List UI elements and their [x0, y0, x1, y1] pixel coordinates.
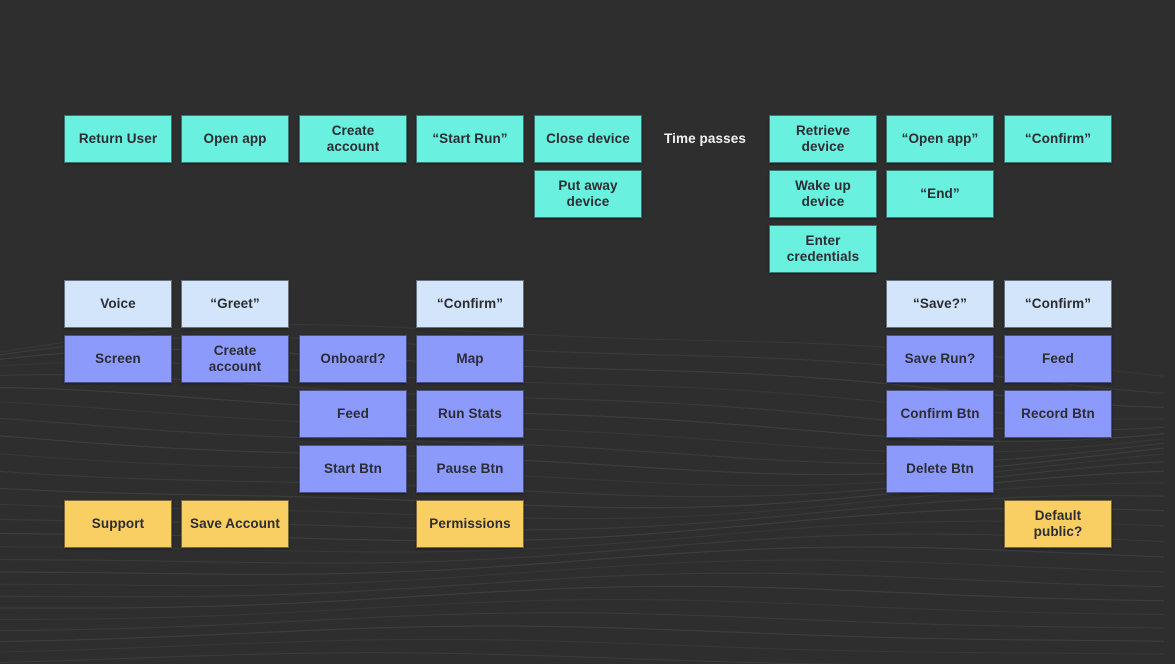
story-card-open-app[interactable]: “Open app”: [886, 115, 994, 163]
story-card-pause-btn[interactable]: Pause Btn: [416, 445, 524, 493]
card-label: Screen: [95, 351, 141, 367]
card-label: “Greet”: [210, 296, 260, 312]
story-card-map[interactable]: Map: [416, 335, 524, 383]
card-label: Open app: [203, 131, 267, 147]
story-card-confirm-btn[interactable]: Confirm Btn: [886, 390, 994, 438]
story-card-support[interactable]: Support: [64, 500, 172, 548]
card-label: Retrieve device: [795, 123, 851, 154]
story-card-default-public[interactable]: Default public?: [1004, 500, 1112, 548]
story-card-save-account[interactable]: Save Account: [181, 500, 289, 548]
card-label: Create account: [208, 343, 262, 374]
story-card-feed[interactable]: Feed: [299, 390, 407, 438]
story-card-wake-up-device[interactable]: Wake up device: [769, 170, 877, 218]
card-label: “End”: [920, 186, 960, 202]
story-card-run-stats[interactable]: Run Stats: [416, 390, 524, 438]
card-label: Permissions: [429, 516, 511, 532]
card-label: “Confirm”: [1024, 131, 1092, 147]
card-label: Record Btn: [1021, 406, 1095, 422]
story-card-create-account[interactable]: Create account: [299, 115, 407, 163]
card-label: Put away device: [558, 178, 618, 209]
story-card-save[interactable]: “Save?”: [886, 280, 994, 328]
card-label: Onboard?: [320, 351, 386, 367]
card-label: Delete Btn: [906, 461, 974, 477]
card-label: Confirm Btn: [900, 406, 980, 422]
story-card-greet[interactable]: “Greet”: [181, 280, 289, 328]
card-label: Map: [456, 351, 484, 367]
story-map-board: Return User Open app Create account “Start …: [0, 0, 1175, 664]
story-card-feed[interactable]: Feed: [1004, 335, 1112, 383]
card-label: Run Stats: [438, 406, 502, 422]
story-card-confirm[interactable]: “Confirm”: [1004, 280, 1112, 328]
story-card-start-run[interactable]: “Start Run”: [416, 115, 524, 163]
card-label: Feed: [337, 406, 369, 422]
story-card-put-away-device[interactable]: Put away device: [534, 170, 642, 218]
card-label: “Confirm”: [1024, 296, 1092, 312]
card-label: Start Btn: [324, 461, 382, 477]
card-label: Wake up device: [795, 178, 851, 209]
story-card-screen[interactable]: Screen: [64, 335, 172, 383]
card-label: Create account: [326, 123, 380, 154]
story-card-open-app[interactable]: Open app: [181, 115, 289, 163]
story-card-save-run[interactable]: Save Run?: [886, 335, 994, 383]
story-card-return-user[interactable]: Return User: [64, 115, 172, 163]
card-label: Save Account: [190, 516, 280, 532]
card-label: Return User: [78, 131, 158, 147]
card-label: Close device: [546, 131, 630, 147]
story-card-onboard[interactable]: Onboard?: [299, 335, 407, 383]
cards-layer: Return User Open app Create account “Start …: [0, 0, 1175, 664]
card-label: Feed: [1042, 351, 1074, 367]
story-card-record-btn[interactable]: Record Btn: [1004, 390, 1112, 438]
story-card-end[interactable]: “End”: [886, 170, 994, 218]
card-label: “Confirm”: [436, 296, 504, 312]
story-card-voice[interactable]: Voice: [64, 280, 172, 328]
story-card-close-device[interactable]: Close device: [534, 115, 642, 163]
card-label: Default public?: [1033, 508, 1083, 539]
story-card-start-btn[interactable]: Start Btn: [299, 445, 407, 493]
card-label: Pause Btn: [436, 461, 504, 477]
card-label: Save Run?: [904, 351, 976, 367]
story-card-confirm[interactable]: “Confirm”: [1004, 115, 1112, 163]
story-card-create-account[interactable]: Create account: [181, 335, 289, 383]
card-label: “Save?”: [913, 296, 967, 312]
card-label: Enter credentials: [786, 233, 860, 264]
story-card-delete-btn[interactable]: Delete Btn: [886, 445, 994, 493]
story-card-enter-credentials[interactable]: Enter credentials: [769, 225, 877, 273]
story-card-confirm[interactable]: “Confirm”: [416, 280, 524, 328]
card-label: “Open app”: [901, 131, 979, 147]
annotation-time-passes: Time passes: [651, 115, 759, 163]
story-card-permissions[interactable]: Permissions: [416, 500, 524, 548]
card-label: Support: [91, 516, 145, 532]
story-card-retrieve-device[interactable]: Retrieve device: [769, 115, 877, 163]
card-label: “Start Run”: [432, 131, 508, 147]
card-label: Time passes: [664, 131, 746, 147]
card-label: Voice: [100, 296, 136, 312]
